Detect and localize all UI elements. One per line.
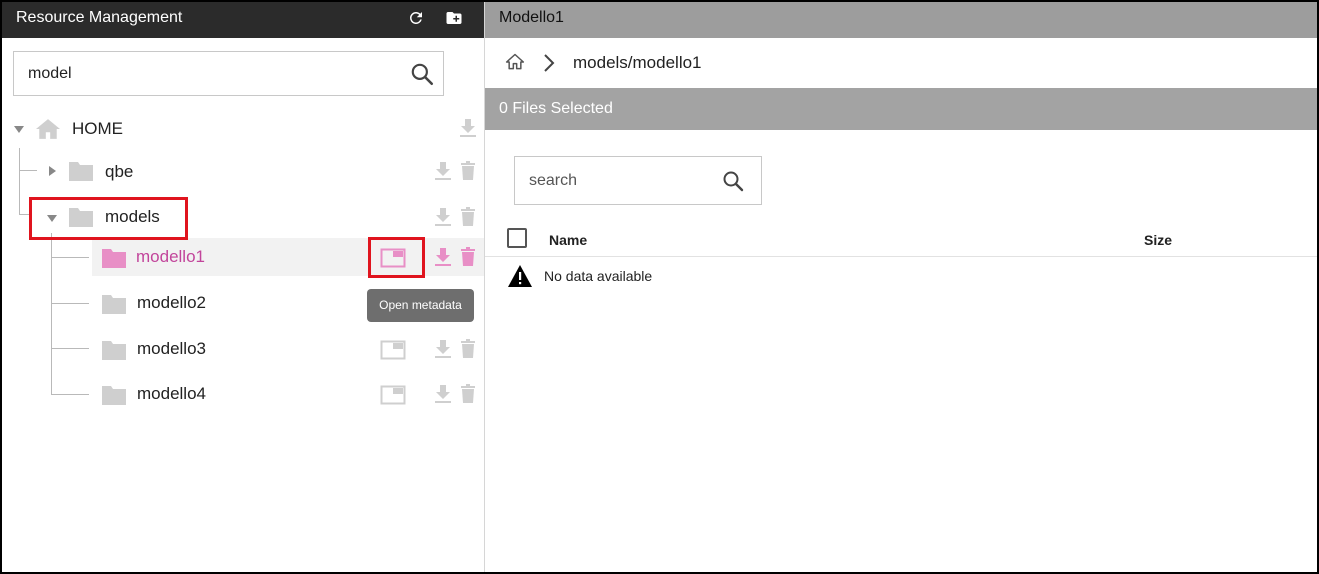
breadcrumb: models/modello1 bbox=[485, 38, 1317, 88]
resource-search-box bbox=[13, 51, 444, 96]
column-header-size[interactable]: Size bbox=[1144, 232, 1172, 248]
column-header-name[interactable]: Name bbox=[549, 232, 587, 248]
caret-right-icon[interactable] bbox=[46, 165, 58, 177]
metadata-icon[interactable] bbox=[380, 339, 406, 361]
folder-icon bbox=[102, 386, 126, 405]
folder-icon bbox=[102, 341, 126, 360]
table-header: Name Size bbox=[485, 224, 1317, 257]
folder-icon bbox=[102, 295, 126, 314]
app-frame: Resource Management model HOME qbe model… bbox=[0, 0, 1319, 574]
download-icon[interactable] bbox=[434, 207, 452, 227]
panel-title: Resource Management bbox=[16, 9, 183, 26]
tree-node-label: qbe bbox=[105, 162, 134, 181]
tree-node-label: modello2 bbox=[137, 293, 206, 312]
delete-icon[interactable] bbox=[459, 339, 477, 359]
download-icon[interactable] bbox=[434, 247, 452, 267]
right-panel-header: Modello1 bbox=[485, 2, 1317, 38]
tree-node-home[interactable]: HOME bbox=[2, 109, 484, 147]
tooltip: Open metadata bbox=[367, 289, 474, 322]
tree-node-label: modello3 bbox=[137, 339, 206, 358]
tree-node-modello4[interactable]: modello4 bbox=[2, 375, 484, 413]
home-outline-icon[interactable] bbox=[505, 52, 525, 72]
folder-icon bbox=[69, 162, 93, 181]
empty-message: No data available bbox=[544, 268, 653, 284]
folder-title: Modello1 bbox=[499, 9, 564, 26]
chevron-right-icon bbox=[544, 54, 555, 72]
resource-management-panel: Resource Management model HOME qbe model… bbox=[2, 2, 485, 572]
refresh-icon[interactable] bbox=[407, 9, 425, 27]
file-search-input[interactable] bbox=[529, 171, 709, 191]
download-icon[interactable] bbox=[434, 161, 452, 181]
selection-count: 0 Files Selected bbox=[499, 100, 613, 117]
tree-node-label: modello4 bbox=[137, 384, 206, 403]
folder-icon bbox=[102, 249, 126, 268]
warning-icon bbox=[508, 265, 532, 287]
delete-icon[interactable] bbox=[459, 247, 477, 267]
file-browser-panel: Modello1 models/modello1 0 Files Selecte… bbox=[485, 2, 1317, 572]
breadcrumb-path[interactable]: models/modello1 bbox=[573, 53, 702, 73]
tree-node-label: modello1 bbox=[136, 247, 205, 266]
new-folder-icon[interactable] bbox=[445, 9, 463, 27]
download-icon[interactable] bbox=[434, 339, 452, 359]
left-panel-header: Resource Management bbox=[2, 2, 484, 38]
delete-icon[interactable] bbox=[459, 161, 477, 181]
download-icon[interactable] bbox=[459, 118, 477, 138]
tree-node-modello1[interactable]: modello1 bbox=[92, 238, 484, 276]
file-search-box bbox=[514, 156, 762, 205]
tree-node-label: HOME bbox=[72, 119, 123, 138]
tree-node-qbe[interactable]: qbe bbox=[2, 152, 484, 190]
home-icon bbox=[36, 119, 60, 139]
tree-connector bbox=[51, 257, 89, 258]
metadata-icon[interactable] bbox=[380, 384, 406, 406]
caret-down-icon[interactable] bbox=[13, 123, 25, 135]
resource-search-input[interactable] bbox=[28, 63, 408, 85]
highlight-box-metadata bbox=[368, 237, 425, 278]
tree-node-modello3[interactable]: modello3 bbox=[2, 330, 484, 368]
selection-bar: 0 Files Selected bbox=[485, 88, 1317, 130]
search-icon[interactable] bbox=[721, 169, 745, 193]
delete-icon[interactable] bbox=[459, 384, 477, 404]
select-all-checkbox[interactable] bbox=[507, 228, 527, 248]
delete-icon[interactable] bbox=[459, 207, 477, 227]
highlight-box-models bbox=[29, 197, 188, 240]
search-icon[interactable] bbox=[409, 61, 435, 87]
download-icon[interactable] bbox=[434, 384, 452, 404]
